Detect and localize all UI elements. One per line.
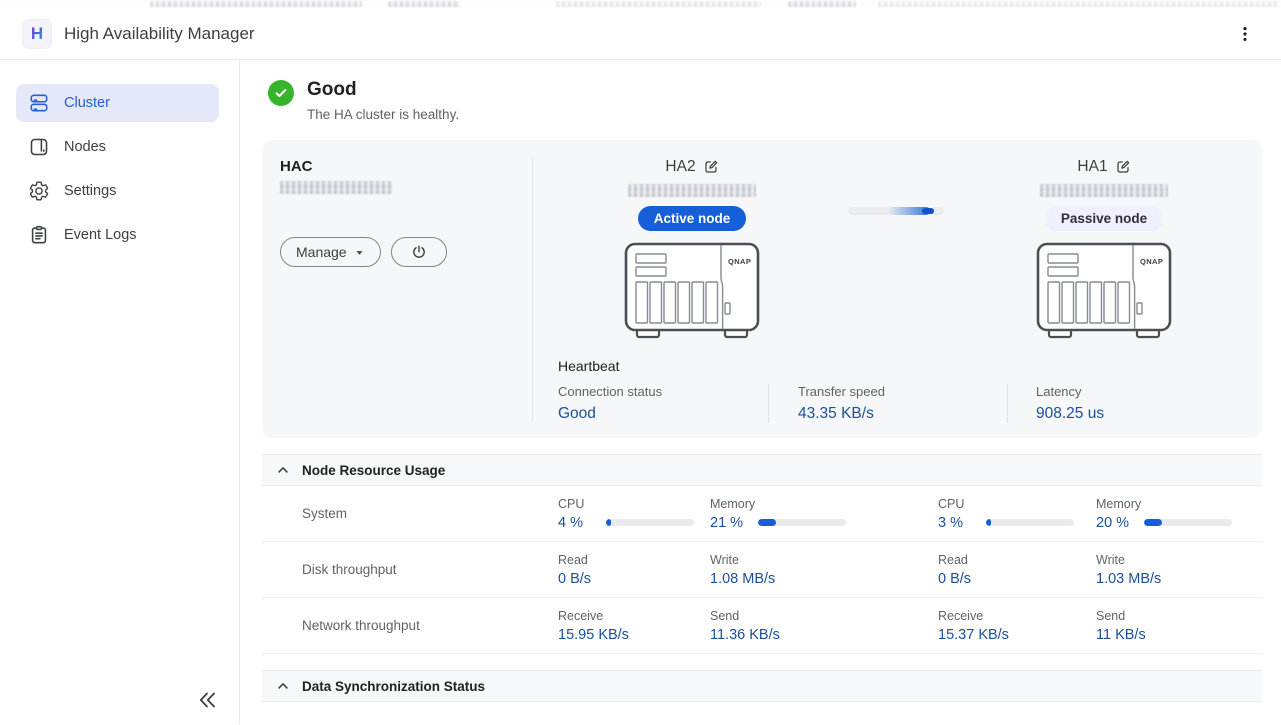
blurred-block [556, 1, 761, 7]
blurred-block [388, 1, 460, 7]
resource-row-disk-throughput: Disk throughput Read 0 B/s Write 1.08 MB… [262, 542, 1262, 598]
collapse-chevron-icon[interactable] [276, 463, 290, 477]
resource-row-network-throughput: Network throughput Receive 15.95 KB/s Se… [262, 598, 1262, 654]
metric-cell: CPU 4 % [558, 497, 710, 531]
power-icon [410, 243, 428, 261]
card-divider [532, 156, 533, 422]
heartbeat-stat: Latency 908.25 us [1007, 384, 1242, 423]
sidebar-item-settings[interactable]: Settings [16, 172, 219, 210]
heartbeat-section: Heartbeat Connection status Good Transfe… [558, 358, 1242, 423]
settings-gear-icon [28, 180, 50, 202]
edit-node-name-icon[interactable] [1115, 159, 1131, 175]
node-ha1: HA1 Passive node [999, 158, 1209, 347]
caret-down-icon [354, 247, 365, 258]
section-header-data-sync-status: Data Synchronization Status [262, 670, 1262, 702]
collapse-chevron-icon[interactable] [276, 679, 290, 693]
chevrons-left-icon [195, 688, 219, 712]
metric-cell: CPU 3 % [938, 497, 1096, 531]
blurred-block [150, 1, 362, 7]
node-name: HA1 [1077, 158, 1107, 176]
cluster-card: HAC Manage HA2 [262, 140, 1262, 438]
nodes-icon [28, 136, 50, 158]
censored-browser-strip [0, 0, 1281, 8]
sidebar-collapse-button[interactable] [191, 684, 223, 716]
power-button[interactable] [391, 237, 447, 267]
resource-row-system: System CPU 4 % Memory 21 % CPU 3 % Memor… [262, 486, 1262, 542]
svg-text:QNAP: QNAP [728, 257, 751, 266]
node-address-censored [628, 184, 756, 197]
usage-bar [986, 519, 1074, 526]
heartbeat-stat: Connection status Good [558, 384, 768, 423]
metric-cell: Read 0 B/s [558, 553, 710, 587]
sidebar-item-cluster[interactable]: Cluster [16, 84, 219, 122]
app-logo-icon: H [22, 19, 52, 49]
row-label: Disk throughput [262, 562, 558, 577]
app-header: H High Availability Manager [0, 8, 1281, 60]
usage-bar [606, 519, 694, 526]
cluster-name: HAC [280, 158, 530, 175]
svg-text:QNAP: QNAP [1140, 257, 1163, 266]
metric-cell: Receive 15.95 KB/s [558, 609, 710, 643]
nas-device-illustration: QNAP [999, 242, 1209, 347]
metric-cell: Send 11.36 KB/s [710, 609, 938, 643]
sidebar-item-event-logs[interactable]: Event Logs [16, 216, 219, 254]
metric-cell: Memory 21 % [710, 497, 938, 531]
sidebar: Cluster Nodes Settings Event Logs [0, 60, 240, 724]
metric-cell: Write 1.08 MB/s [710, 553, 938, 587]
cluster-address-censored [280, 181, 392, 194]
nas-device-illustration: QNAP [587, 242, 797, 347]
metric-cell: Read 0 B/s [938, 553, 1096, 587]
node-address-censored [1040, 184, 1168, 197]
heartbeat-title: Heartbeat [558, 358, 1242, 374]
sync-transfer-indicator [848, 207, 944, 215]
blurred-block [878, 1, 1278, 7]
usage-bar [758, 519, 846, 526]
node-role-badge: Passive node [1045, 206, 1163, 231]
event-logs-icon [28, 224, 50, 246]
edit-node-name-icon[interactable] [703, 159, 719, 175]
cluster-health-status: Good The HA cluster is healthy. [262, 78, 1262, 122]
node-ha2: HA2 Active node [587, 158, 797, 347]
section-header-node-resource-usage: Node Resource Usage [262, 454, 1262, 486]
sidebar-item-nodes[interactable]: Nodes [16, 128, 219, 166]
manage-button-label: Manage [296, 244, 347, 260]
row-label: System [262, 506, 558, 521]
status-title: Good [307, 78, 459, 102]
main-content: Good The HA cluster is healthy. HAC Mana… [240, 60, 1281, 724]
app-title: High Availability Manager [64, 24, 255, 44]
usage-bar [1144, 519, 1232, 526]
sidebar-item-label: Cluster [64, 95, 110, 111]
section-title: Data Synchronization Status [302, 679, 485, 694]
row-label: Network throughput [262, 618, 558, 633]
status-description: The HA cluster is healthy. [307, 107, 459, 122]
metric-cell: Send 11 KB/s [1096, 609, 1262, 643]
metric-cell: Memory 20 % [1096, 497, 1262, 531]
section-title: Node Resource Usage [302, 463, 445, 478]
sidebar-item-label: Nodes [64, 139, 106, 155]
blurred-block [788, 1, 856, 7]
metric-cell: Receive 15.37 KB/s [938, 609, 1096, 643]
manage-button[interactable]: Manage [280, 237, 381, 267]
node-role-badge: Active node [638, 206, 747, 231]
heartbeat-stat: Transfer speed 43.35 KB/s [768, 384, 1007, 423]
check-circle-icon [268, 80, 294, 106]
cluster-info: HAC [280, 158, 530, 194]
cluster-icon [28, 92, 50, 114]
more-options-kebab-icon[interactable] [1231, 20, 1259, 48]
sidebar-item-label: Event Logs [64, 227, 137, 243]
partial-row [262, 702, 1262, 711]
metric-cell: Write 1.03 MB/s [1096, 553, 1262, 587]
node-name: HA2 [665, 158, 695, 176]
sidebar-item-label: Settings [64, 183, 116, 199]
